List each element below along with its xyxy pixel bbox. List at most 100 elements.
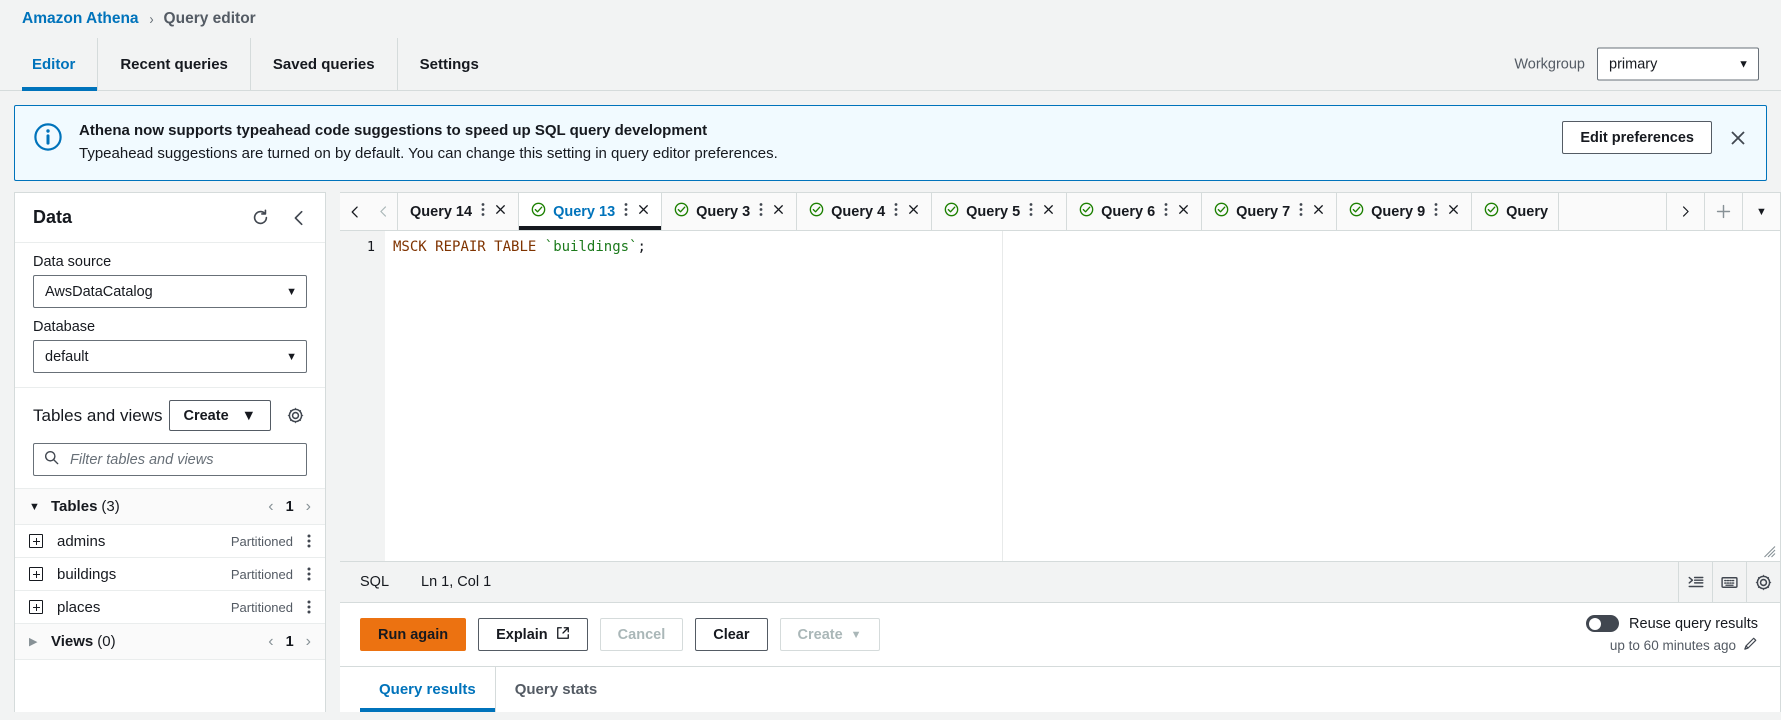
kebab-menu-icon[interactable] — [1164, 202, 1168, 221]
pager-prev-icon[interactable]: ‹ — [268, 498, 273, 515]
breadcrumb: Amazon Athena › Query editor — [0, 0, 1781, 38]
tab-query-results[interactable]: Query results — [360, 667, 496, 712]
expand-icon[interactable] — [29, 600, 43, 614]
gear-icon[interactable] — [1746, 561, 1780, 603]
close-icon[interactable] — [1446, 202, 1461, 221]
tab-recent-queries[interactable]: Recent queries — [98, 38, 251, 90]
chevron-down-icon: ▼ — [850, 628, 862, 641]
expand-icon[interactable] — [29, 534, 43, 548]
pager-next-icon[interactable]: › — [306, 498, 311, 515]
add-query-tab-button[interactable] — [1704, 193, 1742, 230]
database-label: Database — [33, 319, 96, 335]
create-button[interactable]: Create ▼ — [779, 618, 880, 651]
kebab-menu-icon[interactable] — [624, 202, 628, 221]
pencil-icon[interactable] — [1743, 636, 1758, 654]
search-input[interactable] — [68, 450, 296, 469]
athena-query-editor-page: Amazon Athena › Query editor Editor Rece… — [0, 0, 1781, 720]
keyboard-icon[interactable] — [1712, 561, 1746, 603]
breadcrumb-root-link[interactable]: Amazon Athena — [22, 10, 139, 28]
table-row[interactable]: buildings Partitioned — [15, 558, 325, 591]
toggle-knob — [1588, 617, 1601, 630]
query-tab-query-9[interactable]: Query 9 — [1337, 193, 1473, 230]
resize-grip-icon[interactable] — [1764, 546, 1776, 558]
gear-icon[interactable] — [284, 404, 307, 427]
cancel-button[interactable]: Cancel — [599, 618, 684, 651]
close-icon[interactable] — [771, 202, 786, 221]
run-again-button[interactable]: Run again — [360, 618, 467, 651]
query-tab-query-3[interactable]: Query 3 — [662, 193, 798, 230]
kebab-menu-icon[interactable] — [307, 566, 311, 582]
kebab-menu-icon[interactable] — [1434, 202, 1438, 221]
pager-prev-icon[interactable]: ‹ — [268, 633, 273, 650]
sql-token-keyword: TABLE — [494, 239, 537, 255]
query-tab-query-14[interactable]: Query 14 — [398, 193, 520, 230]
query-tabs-scroll-left-button[interactable] — [340, 193, 369, 230]
tables-and-views-header: Tables and views Create ▼ — [15, 388, 325, 489]
query-tab-query-truncated[interactable]: Query — [1472, 193, 1560, 230]
close-icon[interactable] — [493, 202, 508, 221]
explain-button[interactable]: Explain — [478, 618, 588, 651]
refresh-icon[interactable] — [249, 206, 272, 229]
chevron-down-icon[interactable]: ▼ — [29, 501, 51, 513]
pager-next-icon[interactable]: › — [306, 633, 311, 650]
query-tabs-overflow-right-button[interactable] — [1666, 193, 1704, 230]
chevron-right-icon[interactable]: ▶ — [29, 635, 51, 648]
table-badge: Partitioned — [230, 533, 293, 549]
reuse-sub-row: up to 60 minutes ago — [1586, 636, 1758, 654]
create-dropdown-button[interactable]: Create ▼ — [168, 400, 271, 431]
query-tab-query-4[interactable]: Query 4 — [797, 193, 933, 230]
kebab-menu-icon[interactable] — [894, 202, 898, 221]
query-tab-label: Query 9 — [1371, 203, 1426, 220]
results-tab-bar: Query results Query stats — [340, 666, 1780, 712]
close-icon[interactable] — [1726, 126, 1750, 150]
pager-tables: ‹ 1 › — [268, 498, 311, 515]
query-tab-query-13[interactable]: Query 13 — [519, 193, 663, 230]
search-icon — [44, 450, 59, 469]
tab-saved-queries[interactable]: Saved queries — [251, 38, 398, 90]
sql-code-area[interactable]: 1 MSCK REPAIR TABLE `buildings`; — [340, 231, 1780, 561]
code-content[interactable]: MSCK REPAIR TABLE `buildings`; — [385, 231, 1780, 561]
kebab-menu-icon[interactable] — [759, 202, 763, 221]
filter-tables-search-box[interactable] — [33, 443, 307, 476]
editor-vertical-rule — [1002, 231, 1003, 561]
format-indent-icon[interactable] — [1678, 561, 1712, 603]
close-icon[interactable] — [906, 202, 921, 221]
group-header-views[interactable]: ▶ Views (0) ‹ 1 › — [15, 624, 325, 660]
query-tab-label: Query 3 — [696, 203, 751, 220]
close-icon[interactable] — [1176, 202, 1191, 221]
kebab-menu-icon[interactable] — [1299, 202, 1303, 221]
kebab-menu-icon[interactable] — [307, 599, 311, 615]
database-select[interactable]: default ▼ — [33, 340, 307, 373]
sidebar-header-actions — [249, 206, 310, 229]
tab-editor[interactable]: Editor — [22, 38, 99, 91]
close-icon[interactable] — [1041, 202, 1056, 221]
expand-icon[interactable] — [29, 567, 43, 581]
table-row[interactable]: admins Partitioned — [15, 525, 325, 558]
query-tab-query-6[interactable]: Query 6 — [1067, 193, 1203, 230]
kebab-menu-icon[interactable] — [481, 202, 485, 221]
chevron-left-icon[interactable] — [288, 207, 310, 229]
close-icon[interactable] — [1311, 202, 1326, 221]
workgroup-select[interactable]: primary ▼ — [1597, 47, 1759, 81]
table-row[interactable]: places Partitioned — [15, 591, 325, 624]
edit-preferences-button[interactable]: Edit preferences — [1562, 121, 1712, 154]
kebab-menu-icon[interactable] — [307, 533, 311, 549]
kebab-menu-icon[interactable] — [1029, 202, 1033, 221]
data-source-select[interactable]: AwsDataCatalog ▼ — [33, 275, 307, 308]
tab-settings[interactable]: Settings — [398, 38, 501, 90]
query-tab-query-7[interactable]: Query 7 — [1202, 193, 1338, 230]
external-link-icon — [556, 626, 570, 644]
tables-and-views-title: Tables and views — [33, 405, 163, 425]
group-count-views: (0) — [97, 633, 116, 650]
reuse-query-results-toggle[interactable] — [1586, 615, 1620, 632]
close-icon[interactable] — [636, 202, 651, 221]
clear-button[interactable]: Clear — [695, 618, 768, 651]
query-tab-query-5[interactable]: Query 5 — [932, 193, 1068, 230]
pager-views: ‹ 1 › — [268, 633, 311, 650]
group-header-tables[interactable]: ▼ Tables (3) ‹ 1 › — [15, 489, 325, 525]
query-tabs-menu-button[interactable]: ▼ — [1742, 193, 1780, 230]
query-tabs-overflow-left-button[interactable] — [369, 193, 398, 230]
tab-query-stats[interactable]: Query stats — [496, 667, 617, 712]
tab-editor-label: Editor — [32, 55, 76, 73]
notification-actions: Edit preferences — [1562, 120, 1750, 154]
